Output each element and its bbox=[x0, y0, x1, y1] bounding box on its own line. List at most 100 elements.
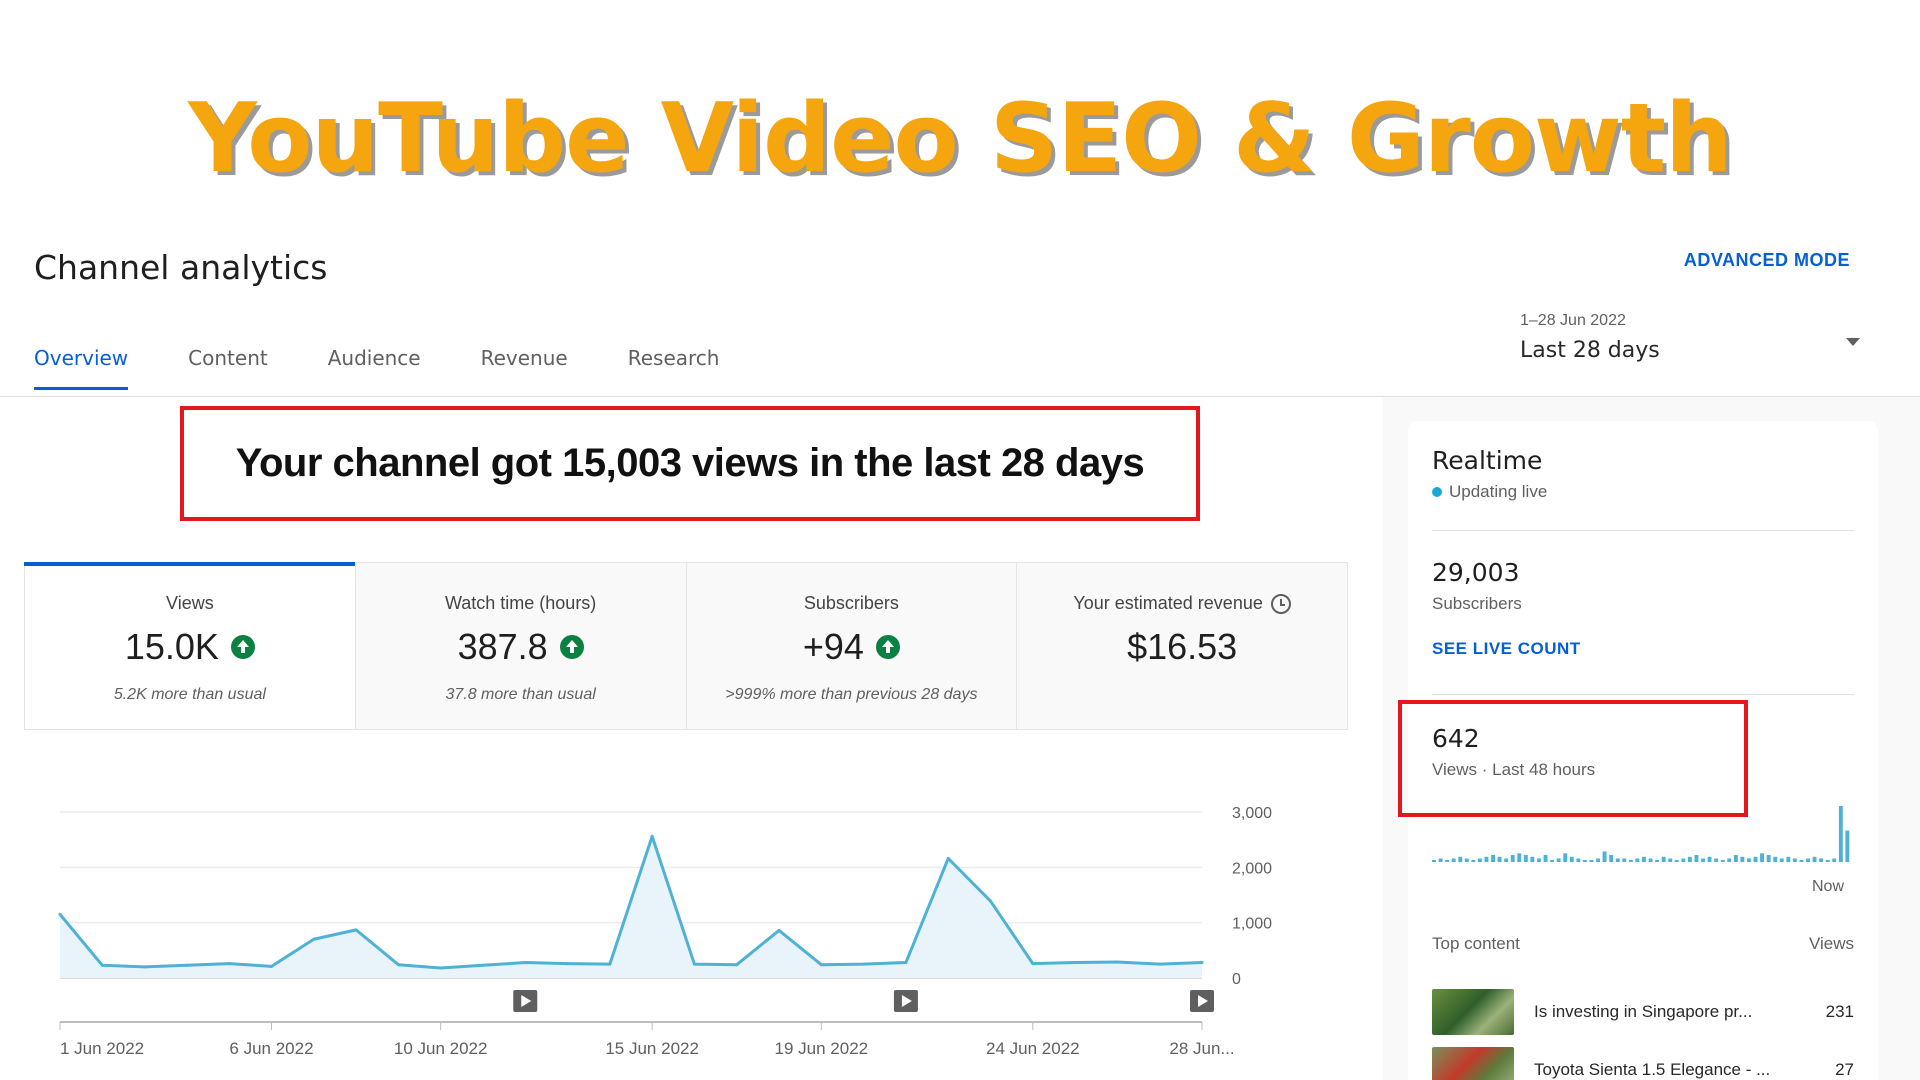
video-views: 231 bbox=[1825, 1002, 1854, 1021]
sparkline-bar bbox=[1766, 855, 1771, 862]
views-data-point bbox=[396, 963, 400, 967]
sparkline-bar bbox=[1687, 856, 1692, 863]
x-tick-label: 1 Jun 2022 bbox=[60, 1039, 144, 1058]
x-tick-label: 10 Jun 2022 bbox=[394, 1039, 488, 1058]
x-tick-label: 6 Jun 2022 bbox=[229, 1039, 313, 1058]
sparkline-bar bbox=[1477, 858, 1482, 862]
realtime-views-label: Views · Last 48 hours bbox=[1432, 760, 1596, 779]
views-data-point bbox=[269, 964, 273, 968]
views-data-point bbox=[523, 961, 527, 965]
realtime-views-sparkline bbox=[1432, 806, 1850, 863]
sparkline-bar bbox=[1694, 855, 1699, 862]
sparkline-bar bbox=[1530, 856, 1535, 863]
sparkline-bar bbox=[1707, 856, 1712, 863]
tab-research[interactable]: Research bbox=[628, 346, 720, 390]
sparkline-bar bbox=[1596, 858, 1600, 862]
sparkline-bar bbox=[1825, 860, 1830, 862]
tab-audience[interactable]: Audience bbox=[328, 346, 421, 390]
sparkline-bar bbox=[1642, 856, 1646, 863]
sparkline-bar bbox=[1628, 860, 1633, 862]
views-column-label: Views bbox=[1808, 934, 1854, 953]
date-range-picker[interactable]: 1–28 Jun 2022 Last 28 days bbox=[1520, 312, 1860, 363]
sparkline-now-label: Now bbox=[1812, 878, 1845, 895]
trend-up-icon bbox=[559, 635, 584, 659]
views-data-point bbox=[1073, 961, 1077, 965]
y-tick-label: 1,000 bbox=[1232, 916, 1272, 933]
views-data-point bbox=[777, 928, 781, 932]
overview-headline: Your channel got 15,003 views in the las… bbox=[235, 441, 1145, 485]
sparkline-bar bbox=[1727, 858, 1732, 862]
sparkline-bar bbox=[1589, 860, 1594, 862]
realtime-status-text: Updating live bbox=[1449, 482, 1548, 501]
sparkline-bar bbox=[1747, 858, 1751, 862]
metric-card-subscribers[interactable]: Subscribers +94 >999% more than previous… bbox=[686, 563, 1018, 729]
metric-cards: Views 15.0K 5.2K more than usual Watch t… bbox=[24, 562, 1348, 730]
x-tick-label: 24 Jun 2022 bbox=[986, 1039, 1080, 1058]
chevron-down-icon[interactable] bbox=[1846, 338, 1860, 346]
clock-icon[interactable] bbox=[1270, 593, 1291, 614]
top-content-row[interactable]: Toyota Sienta 1.5 Elegance - ... 27 bbox=[1432, 1046, 1854, 1080]
trend-up-icon bbox=[875, 635, 900, 659]
top-content-header: Top content Views bbox=[1432, 934, 1854, 954]
sparkline-bar bbox=[1799, 860, 1804, 862]
sparkline-bar bbox=[1838, 806, 1843, 862]
page-title: Channel analytics bbox=[34, 248, 328, 287]
sparkline-bar bbox=[1471, 860, 1476, 862]
sparkline-bar bbox=[1668, 858, 1673, 862]
views-data-point bbox=[1115, 960, 1119, 964]
sparkline-bar bbox=[1537, 858, 1541, 862]
video-title: Is investing in Singapore pr... bbox=[1534, 1002, 1753, 1021]
metric-comparison: 5.2K more than usual bbox=[113, 686, 266, 703]
sparkline-bar bbox=[1674, 860, 1679, 862]
sparkline-bar bbox=[1510, 855, 1515, 862]
metric-card-views[interactable]: Views 15.0K 5.2K more than usual bbox=[24, 562, 356, 729]
sparkline-bar bbox=[1760, 853, 1764, 863]
sparkline-bar bbox=[1438, 858, 1443, 862]
tab-revenue[interactable]: Revenue bbox=[481, 346, 568, 390]
views-data-point bbox=[312, 937, 316, 941]
y-tick-label: 3,000 bbox=[1232, 805, 1272, 822]
views-area bbox=[60, 836, 1202, 978]
sparkline-bar bbox=[1812, 856, 1817, 863]
realtime-subscriber-label: Subscribers bbox=[1432, 594, 1522, 613]
metric-card-watch-time[interactable]: Watch time (hours) 387.8 37.8 more than … bbox=[355, 563, 687, 729]
views-data-point bbox=[692, 962, 696, 966]
analytics-tabs: Overview Content Audience Revenue Resear… bbox=[34, 346, 779, 390]
sparkline-bar bbox=[1753, 856, 1758, 863]
sparkline-bar bbox=[1806, 858, 1810, 862]
metric-label: Watch time (hours) bbox=[444, 593, 597, 613]
views-chart: 0 1,000 2,000 3,000 1 Jun 2022 6 Jun 2022 10 J… bbox=[58, 805, 1272, 1058]
sparkline-bar bbox=[1556, 858, 1561, 862]
see-live-count-link[interactable]: SEE LIVE COUNT bbox=[1432, 639, 1581, 659]
tab-overview[interactable]: Overview bbox=[34, 346, 129, 390]
sparkline-bar bbox=[1615, 858, 1620, 862]
sparkline-bar bbox=[1517, 853, 1522, 863]
video-thumbnail[interactable] bbox=[1432, 989, 1514, 1035]
live-dot-icon bbox=[1432, 487, 1442, 497]
metric-value: $16.53 bbox=[1127, 626, 1238, 667]
video-title: Toyota Sienta 1.5 Elegance - ... bbox=[1534, 1060, 1771, 1079]
tab-content[interactable]: Content bbox=[188, 346, 268, 390]
video-thumbnail[interactable] bbox=[1432, 1047, 1514, 1080]
realtime-title: Realtime bbox=[1432, 446, 1543, 475]
top-content-row[interactable]: Is investing in Singapore pr... 231 bbox=[1432, 988, 1854, 1036]
views-data-point bbox=[354, 928, 358, 932]
sparkline-bar bbox=[1563, 853, 1568, 863]
realtime-subscriber-count: 29,003 bbox=[1432, 558, 1520, 587]
sparkline-bar bbox=[1504, 858, 1509, 862]
views-data-point bbox=[1158, 962, 1162, 966]
sparkline-bar bbox=[1819, 858, 1824, 862]
views-data-point bbox=[946, 856, 950, 860]
views-data-point bbox=[862, 962, 866, 966]
advanced-mode-button[interactable]: ADVANCED MODE bbox=[1684, 250, 1850, 271]
sparkline-bar bbox=[1635, 858, 1640, 862]
metric-label: Your estimated revenue bbox=[1073, 593, 1263, 613]
sparkline-bar bbox=[1740, 856, 1745, 863]
metric-card-revenue[interactable]: Your estimated revenue $16.53 bbox=[1017, 563, 1347, 729]
x-tick-label: 15 Jun 2022 bbox=[605, 1039, 699, 1058]
x-tick-label: 19 Jun 2022 bbox=[775, 1039, 869, 1058]
sparkline-bar bbox=[1773, 856, 1778, 863]
sparkline-bar bbox=[1714, 858, 1719, 862]
sparkline-bar bbox=[1832, 858, 1837, 862]
date-range-text: 1–28 Jun 2022 bbox=[1520, 312, 1626, 329]
